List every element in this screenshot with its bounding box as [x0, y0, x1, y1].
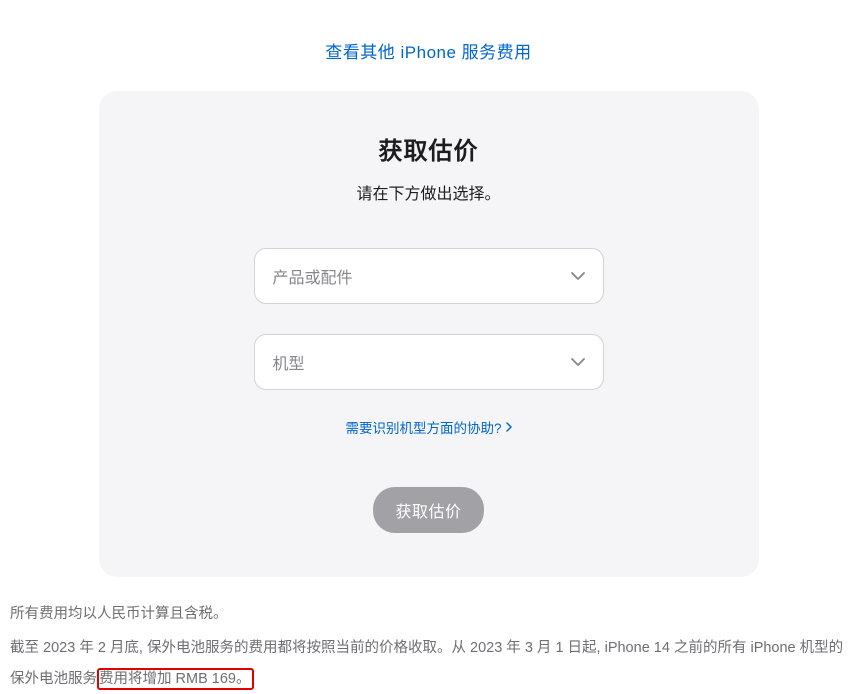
submit-row: 获取估价	[149, 487, 709, 533]
product-select-placeholder: 产品或配件	[273, 264, 353, 288]
help-link-label: 需要识别机型方面的协助?	[345, 417, 501, 437]
product-select-wrapper: 产品或配件	[254, 248, 604, 304]
other-service-fees-link[interactable]: 查看其他 iPhone 服务费用	[325, 43, 531, 62]
chevron-down-icon	[571, 353, 585, 371]
footer-line-1: 所有费用均以人民币计算且含税。	[10, 599, 847, 629]
estimate-card: 获取估价 请在下方做出选择。 产品或配件 机型 需要识别机型方面的协助? 获取估…	[99, 91, 759, 577]
chevron-right-icon	[506, 420, 512, 435]
product-select[interactable]: 产品或配件	[254, 248, 604, 304]
model-select-wrapper: 机型	[254, 334, 604, 390]
top-link-container: 查看其他 iPhone 服务费用	[0, 0, 857, 91]
chevron-down-icon	[571, 267, 585, 285]
model-select[interactable]: 机型	[254, 334, 604, 390]
card-title: 获取估价	[149, 131, 709, 166]
price-increase-highlight: 费用将增加 RMB 169。	[97, 668, 254, 690]
model-select-placeholder: 机型	[273, 350, 305, 374]
footer-line-2: 截至 2023 年 2 月底, 保外电池服务的费用都将按照当前的价格收取。从 2…	[10, 633, 847, 694]
identify-model-help-link[interactable]: 需要识别机型方面的协助?	[345, 417, 511, 437]
footer-disclaimer: 所有费用均以人民币计算且含税。 截至 2023 年 2 月底, 保外电池服务的费…	[0, 577, 857, 694]
get-estimate-button[interactable]: 获取估价	[373, 487, 483, 533]
card-subtitle: 请在下方做出选择。	[149, 180, 709, 204]
